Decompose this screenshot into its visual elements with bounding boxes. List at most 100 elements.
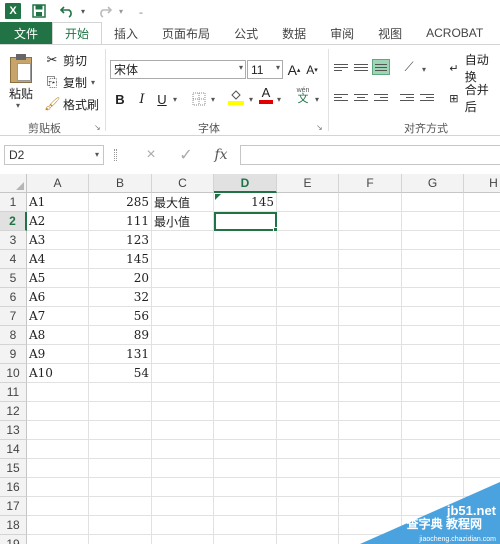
cell-f8[interactable] [339, 326, 402, 345]
phonetic-button[interactable]: wén 文 [292, 85, 314, 105]
cell-g2[interactable] [402, 212, 464, 231]
cell-b15[interactable] [89, 459, 152, 478]
column-header-d[interactable]: D [214, 174, 277, 193]
cell-g6[interactable] [402, 288, 464, 307]
cell-e13[interactable] [277, 421, 339, 440]
underline-button[interactable]: U [154, 89, 170, 109]
cell-d1[interactable]: 145 [214, 193, 277, 212]
cell-h4[interactable] [464, 250, 500, 269]
italic-button[interactable]: I [134, 89, 150, 109]
customize-icon[interactable]: ₌ [133, 3, 149, 19]
column-header-f[interactable]: F [339, 174, 402, 193]
cell-a16[interactable] [27, 478, 89, 497]
align-bottom-button[interactable] [372, 59, 390, 75]
row-header-19[interactable]: 19 [0, 535, 27, 544]
cut-button[interactable]: ✂ 剪切 [44, 50, 87, 70]
cell-h1[interactable] [464, 193, 500, 212]
align-left-button[interactable] [332, 89, 350, 105]
cell-h11[interactable] [464, 383, 500, 402]
cell-e8[interactable] [277, 326, 339, 345]
cell-g15[interactable] [402, 459, 464, 478]
row-header-16[interactable]: 16 [0, 478, 27, 497]
cell-g7[interactable] [402, 307, 464, 326]
align-right-button[interactable] [372, 89, 390, 105]
borders-dropdown-icon[interactable]: ▾ [208, 89, 218, 109]
column-header-c[interactable]: C [152, 174, 214, 193]
cell-b3[interactable]: 123 [89, 231, 152, 250]
cell-b7[interactable]: 56 [89, 307, 152, 326]
enter-icon[interactable]: ✓ [175, 145, 197, 165]
column-header-e[interactable]: E [277, 174, 339, 193]
cell-g1[interactable] [402, 193, 464, 212]
name-box[interactable]: D2 ▾ [4, 145, 104, 165]
tab-home[interactable]: 开始 [52, 22, 103, 44]
formula-bar-grip[interactable] [114, 149, 117, 161]
cell-b14[interactable] [89, 440, 152, 459]
cell-c6[interactable] [152, 288, 214, 307]
cell-e4[interactable] [277, 250, 339, 269]
cell-c8[interactable] [152, 326, 214, 345]
decrease-indent-button[interactable] [398, 89, 416, 105]
cell-h3[interactable] [464, 231, 500, 250]
cell-b5[interactable]: 20 [89, 269, 152, 288]
cell-a9[interactable]: A9 [27, 345, 89, 364]
column-header-b[interactable]: B [89, 174, 152, 193]
paste-button-label[interactable]: 粘贴 [9, 85, 33, 102]
cell-e10[interactable] [277, 364, 339, 383]
bold-button[interactable]: B [112, 89, 128, 109]
cell-c14[interactable] [152, 440, 214, 459]
cell-a1[interactable]: A1 [27, 193, 89, 212]
row-header-12[interactable]: 12 [0, 402, 27, 421]
row-header-3[interactable]: 3 [0, 231, 27, 250]
cell-a17[interactable] [27, 497, 89, 516]
cell-d16[interactable] [214, 478, 277, 497]
cell-d2[interactable] [214, 212, 277, 231]
cell-c13[interactable] [152, 421, 214, 440]
row-header-13[interactable]: 13 [0, 421, 27, 440]
row-header-9[interactable]: 9 [0, 345, 27, 364]
cell-g4[interactable] [402, 250, 464, 269]
fill-color-dropdown-icon[interactable]: ▾ [246, 89, 256, 109]
underline-dropdown-icon[interactable]: ▾ [170, 89, 180, 109]
cell-h12[interactable] [464, 402, 500, 421]
cell-c16[interactable] [152, 478, 214, 497]
cell-f5[interactable] [339, 269, 402, 288]
row-header-15[interactable]: 15 [0, 459, 27, 478]
cell-f9[interactable] [339, 345, 402, 364]
cell-f15[interactable] [339, 459, 402, 478]
cell-d4[interactable] [214, 250, 277, 269]
cell-d13[interactable] [214, 421, 277, 440]
row-header-17[interactable]: 17 [0, 497, 27, 516]
cell-f6[interactable] [339, 288, 402, 307]
save-icon[interactable] [31, 3, 47, 19]
cell-d8[interactable] [214, 326, 277, 345]
cell-a19[interactable] [27, 535, 89, 544]
cell-a3[interactable]: A3 [27, 231, 89, 250]
cell-g10[interactable] [402, 364, 464, 383]
cell-a18[interactable] [27, 516, 89, 535]
cell-b16[interactable] [89, 478, 152, 497]
cell-e17[interactable] [277, 497, 339, 516]
cell-d10[interactable] [214, 364, 277, 383]
increase-indent-button[interactable] [418, 89, 436, 105]
undo-dropdown-icon[interactable]: ▾ [75, 3, 91, 19]
cell-e1[interactable] [277, 193, 339, 212]
cell-g9[interactable] [402, 345, 464, 364]
cell-b11[interactable] [89, 383, 152, 402]
font-color-dropdown-icon[interactable]: ▾ [274, 89, 284, 109]
cell-f7[interactable] [339, 307, 402, 326]
cell-b12[interactable] [89, 402, 152, 421]
phonetic-dropdown-icon[interactable]: ▾ [313, 89, 321, 109]
cell-g14[interactable] [402, 440, 464, 459]
paste-dropdown-icon[interactable]: ▾ [16, 101, 20, 110]
cell-g5[interactable] [402, 269, 464, 288]
cell-b6[interactable]: 32 [89, 288, 152, 307]
paste-icon[interactable] [8, 53, 34, 83]
redo-dropdown-icon[interactable]: ▾ [113, 3, 129, 19]
cell-a6[interactable]: A6 [27, 288, 89, 307]
column-header-a[interactable]: A [27, 174, 89, 193]
cell-c15[interactable] [152, 459, 214, 478]
cell-a8[interactable]: A8 [27, 326, 89, 345]
column-header-h[interactable]: H [464, 174, 500, 193]
cell-e11[interactable] [277, 383, 339, 402]
